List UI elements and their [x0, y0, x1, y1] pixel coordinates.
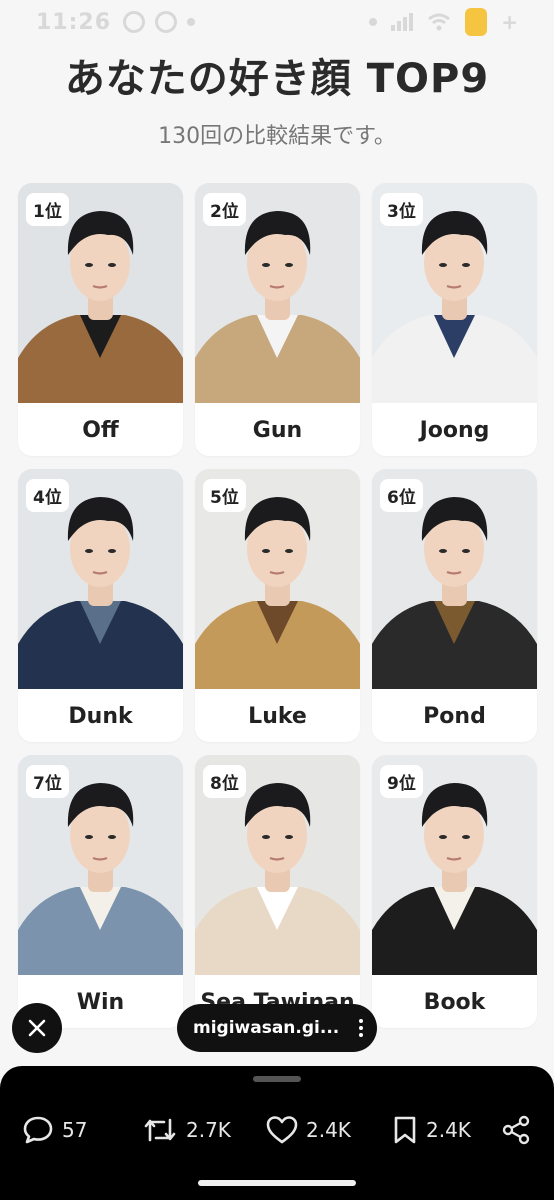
home-indicator — [198, 1180, 356, 1186]
ranking-card[interactable]: 6位 Pond — [372, 469, 537, 742]
rank-badge: 2位 — [203, 193, 246, 226]
reply-count: 57 — [62, 1118, 88, 1142]
person-name: Off — [82, 418, 119, 443]
signal-icon — [391, 13, 414, 31]
rank-badge: 9位 — [380, 765, 423, 798]
person-name: Joong — [419, 418, 490, 443]
person-name: Dunk — [68, 704, 133, 729]
person-name: Gun — [252, 418, 303, 443]
rank-badge: 6位 — [380, 479, 423, 512]
reply-action[interactable]: 57 — [22, 1115, 87, 1145]
ranking-card[interactable]: 4位 Dunk — [18, 469, 183, 742]
engagement-actions: 57 2.7K 2.4K 2.4K — [0, 1110, 554, 1150]
wifi-icon — [428, 13, 451, 31]
person-name: Pond — [423, 704, 486, 729]
ranking-card[interactable]: 3位 Joong — [372, 183, 537, 456]
status-time: 11:26 — [36, 9, 112, 35]
bookmark-action[interactable]: 2.4K — [392, 1115, 471, 1145]
rank-badge: 5位 — [203, 479, 246, 512]
bookmark-icon — [394, 1116, 416, 1144]
heart-icon — [266, 1116, 298, 1144]
close-icon — [28, 1019, 46, 1037]
bookmark-count: 2.4K — [426, 1118, 471, 1142]
rank-badge: 1位 — [26, 193, 69, 226]
notification-icon — [123, 11, 146, 33]
dot-icon — [187, 18, 196, 26]
ranking-card[interactable]: 5位 Luke — [195, 469, 360, 742]
repost-icon — [144, 1118, 176, 1142]
rank-badge: 3位 — [380, 193, 423, 226]
ranking-card[interactable]: 2位 Gun — [195, 183, 360, 456]
close-button[interactable] — [12, 1003, 62, 1053]
charging-plus-icon: + — [501, 10, 518, 34]
battery-icon — [465, 8, 488, 36]
repost-count: 2.7K — [186, 1118, 231, 1142]
app-status-icon — [155, 11, 178, 33]
like-count: 2.4K — [306, 1118, 351, 1142]
share-icon — [502, 1115, 530, 1145]
ranking-card[interactable]: 7位 Win — [18, 755, 183, 1028]
person-name: Luke — [248, 704, 307, 729]
more-vertical-icon[interactable] — [359, 1019, 363, 1037]
ranking-card[interactable]: 9位 Book — [372, 755, 537, 1028]
status-right-icons: + — [369, 8, 518, 36]
ranking-card[interactable]: 8位 Sea Tawinan — [195, 755, 360, 1028]
page-title: あなたの好き顔 TOP9 — [64, 56, 490, 102]
share-action[interactable] — [500, 1114, 532, 1146]
status-left-icons — [123, 11, 196, 33]
dot-icon — [369, 18, 378, 26]
like-action[interactable]: 2.4K — [266, 1115, 351, 1145]
sheet-grabber[interactable] — [253, 1076, 301, 1082]
rank-badge: 7位 — [26, 765, 69, 798]
source-link-text: migiwasan.gi... — [193, 1018, 340, 1038]
rank-badge: 8位 — [203, 765, 246, 798]
source-link-pill[interactable]: migiwasan.gi... — [177, 1004, 377, 1052]
rank-badge: 4位 — [26, 479, 69, 512]
ranking-card[interactable]: 1位 Off — [18, 183, 183, 456]
person-name: Book — [423, 990, 486, 1015]
page-subtitle: 130回の比較結果です。 — [158, 124, 396, 149]
reply-icon — [23, 1116, 53, 1144]
ranking-grid: 1位 Off 2位 Gun 3位 Joong 4位 Dunk 5位 Luke 6位 Pond 7位 Win… — [18, 183, 537, 1028]
status-bar: 11:26 + — [0, 0, 554, 44]
repost-action[interactable]: 2.7K — [142, 1116, 231, 1144]
